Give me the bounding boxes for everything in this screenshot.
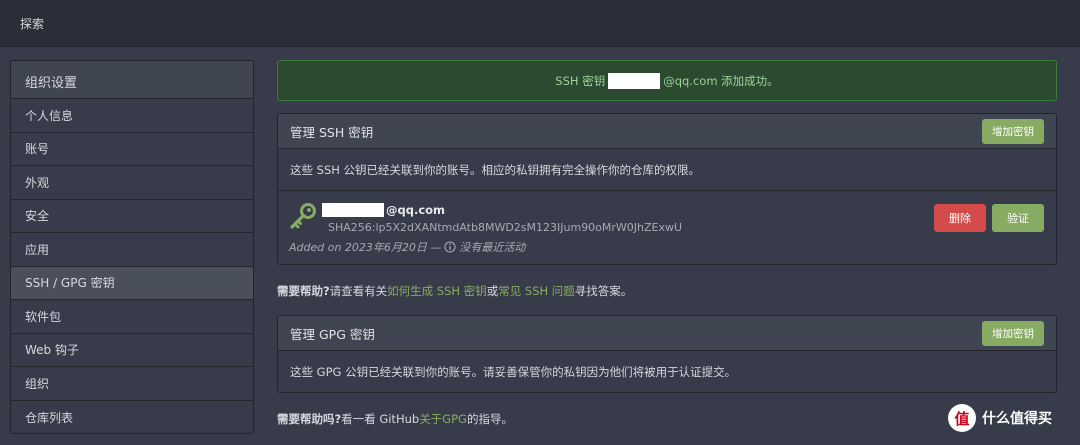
ssh-panel-header: 管理 SSH 密钥 增加密钥 (278, 114, 1056, 149)
sidebar-header: 组织设置 (11, 61, 253, 99)
redacted-email (608, 72, 661, 89)
key-email-suffix: @qq.com (386, 203, 446, 217)
key-fingerprint: SHA256:lp5X2dXANtmdAtb8MWD2sM123IJum90oM… (328, 221, 683, 234)
sidebar-item-account[interactable]: 账号 (11, 133, 253, 166)
key-added-date: Added on 2023年6月20日 — (289, 241, 442, 254)
settings-sidebar: 组织设置 个人信息 账号 外观 安全 应用 SSH / GPG 密钥 软件包 W… (10, 60, 254, 434)
add-ssh-key-button[interactable]: 增加密钥 (982, 118, 1044, 144)
ssh-panel-title: 管理 SSH 密钥 (290, 124, 374, 140)
sidebar-item-ssh-gpg-keys[interactable]: SSH / GPG 密钥 (11, 266, 253, 300)
success-alert: SSH 密钥 @qq.com 添加成功。 (277, 60, 1057, 101)
sidebar-item-profile[interactable]: 个人信息 (11, 99, 253, 133)
sidebar-item-organizations[interactable]: 组织 (11, 367, 253, 401)
ssh-help-text-3: 寻找答案。 (574, 284, 633, 298)
watermark: 值 什么值得买 (948, 404, 1052, 432)
ssh-help-text-1: 请查看有关 (329, 284, 388, 298)
gpg-help-line: 需要帮助吗? 看一看 GitHub 关于GPG 的指导。 (277, 404, 1057, 434)
ssh-help-text-2: 或 (486, 284, 499, 298)
key-meta: Added on 2023年6月20日 — 没有最近活动 (289, 239, 525, 255)
verify-key-button[interactable]: 验证 (992, 204, 1044, 232)
alert-suffix: @qq.com 添加成功。 (663, 73, 779, 88)
sidebar-item-packages[interactable]: 软件包 (11, 300, 253, 334)
sidebar-item-repositories[interactable]: 仓库列表 (11, 401, 253, 434)
gpg-help-label: 需要帮助吗? (277, 412, 342, 426)
sidebar-item-webhooks[interactable]: Web 钩子 (11, 334, 253, 367)
gpg-help-text-2: 的指导。 (466, 412, 513, 426)
top-nav-bar: 探索 (0, 0, 1080, 47)
ssh-panel-description: 这些 SSH 公钥已经关联到你的账号。相应的私钥拥有完全操作你的仓库的权限。 (278, 149, 1056, 190)
sidebar-item-applications[interactable]: 应用 (11, 233, 253, 267)
gpg-help-text-1: 看一看 GitHub (341, 412, 420, 426)
key-email: @qq.com (322, 203, 445, 217)
ssh-help-line: 需要帮助? 请查看有关 如何生成 SSH 密钥 或 常见 SSH 问题 寻找答案… (277, 276, 1057, 306)
key-icon (290, 203, 316, 229)
key-last-activity: 没有最近活动 (459, 241, 526, 254)
ssh-help-label: 需要帮助? (277, 284, 330, 298)
info-icon (444, 241, 456, 253)
alert-prefix: SSH 密钥 (555, 73, 606, 88)
common-ssh-issues-link[interactable]: 常见 SSH 问题 (498, 283, 575, 299)
main-content: SSH 密钥 @qq.com 添加成功。 管理 SSH 密钥 增加密钥 这些 S… (277, 60, 1057, 434)
delete-key-button[interactable]: 删除 (934, 204, 986, 232)
sidebar-item-security[interactable]: 安全 (11, 200, 253, 233)
ssh-key-row: @qq.com SHA256:lp5X2dXANtmdAtb8MWD2sM123… (278, 190, 1056, 264)
add-gpg-key-button[interactable]: 增加密钥 (982, 320, 1044, 346)
gpg-keys-panel: 管理 GPG 密钥 增加密钥 这些 GPG 公钥已经关联到你的账号。请妥善保管你… (277, 315, 1057, 393)
about-gpg-link[interactable]: 关于GPG (419, 411, 467, 427)
sidebar-item-appearance[interactable]: 外观 (11, 166, 253, 200)
ssh-keys-panel: 管理 SSH 密钥 增加密钥 这些 SSH 公钥已经关联到你的账号。相应的私钥拥… (277, 113, 1057, 265)
watermark-logo-icon: 值 (948, 404, 976, 432)
redacted-key-email (322, 203, 384, 217)
nav-explore-link[interactable]: 探索 (20, 15, 44, 32)
gpg-panel-header: 管理 GPG 密钥 增加密钥 (278, 316, 1056, 351)
gpg-panel-title: 管理 GPG 密钥 (290, 326, 375, 342)
generate-ssh-key-link[interactable]: 如何生成 SSH 密钥 (387, 283, 487, 299)
watermark-text: 什么值得买 (982, 411, 1052, 427)
gpg-panel-description: 这些 GPG 公钥已经关联到你的账号。请妥善保管你的私钥因为他们将被用于认证提交… (278, 351, 1056, 392)
